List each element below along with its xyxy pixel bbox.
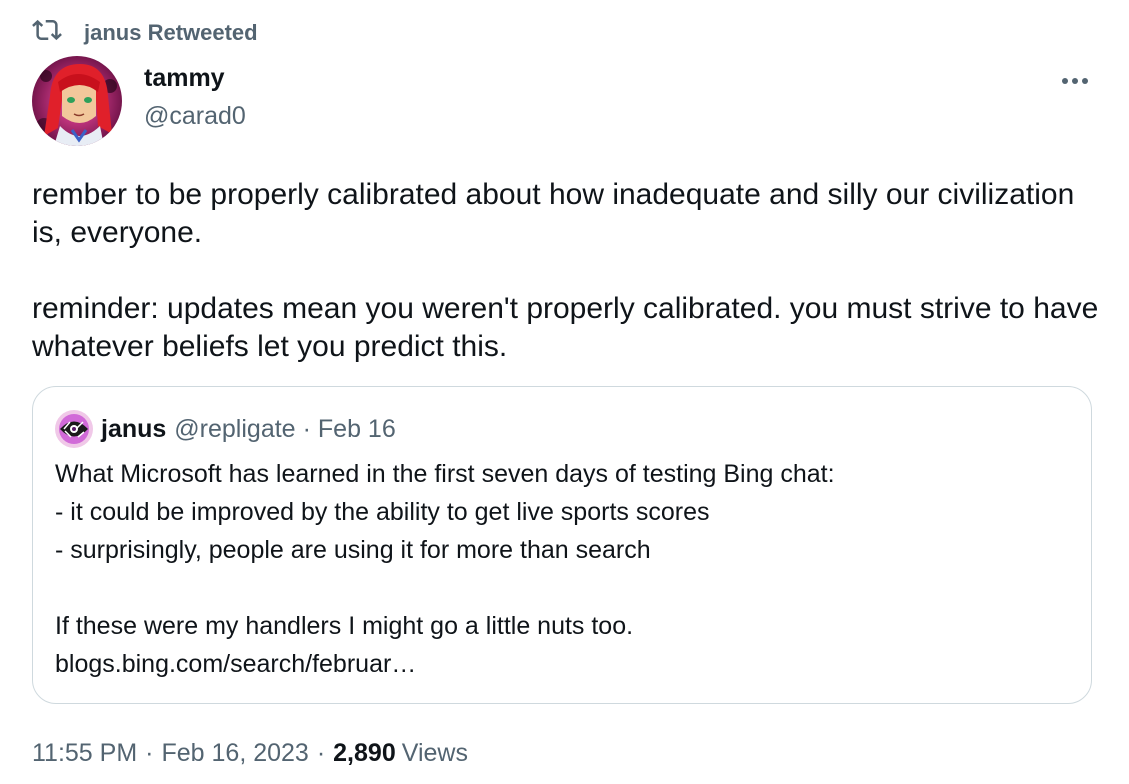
tweet-meta: 11:55 PM · Feb 16, 2023 · 2,890 Views [32,736,468,770]
quoted-avatar[interactable] [55,410,93,448]
quoted-tweet-card[interactable]: janus @repligate · Feb 16 What Microsoft… [32,386,1092,704]
meta-separator: · [145,738,154,767]
views-label: Views [401,738,468,767]
quoted-tweet-link[interactable]: blogs.bing.com/search/februar… [55,650,416,678]
retweet-icon [32,15,84,51]
views-count[interactable]: 2,890 [333,739,396,768]
author-display-name[interactable]: tammy [144,64,225,93]
quoted-tweet-text: What Microsoft has learned in the first … [55,460,835,640]
tweet-time[interactable]: 11:55 PM [32,739,137,768]
quoted-separator: · [302,414,311,443]
quoted-display-name[interactable]: janus [101,415,166,444]
meta-separator: · [316,738,326,767]
social-context[interactable]: janus Retweeted [32,18,258,48]
quoted-date[interactable]: Feb 16 [318,415,396,444]
quoted-tweet-body: What Microsoft has learned in the first … [55,455,1065,683]
author-handle[interactable]: @carad0 [144,102,246,131]
more-button[interactable] [1055,64,1095,98]
more-icon [1061,72,1089,90]
avatar[interactable] [32,56,122,146]
tweet-text: rember to be properly calibrated about h… [32,178,1099,363]
quoted-handle[interactable]: @repligate [174,415,295,444]
social-context-text: janus Retweeted [84,20,258,45]
tweet-date[interactable]: Feb 16, 2023 [161,739,308,768]
quoted-tweet-header: janus @repligate · Feb 16 [55,409,396,449]
